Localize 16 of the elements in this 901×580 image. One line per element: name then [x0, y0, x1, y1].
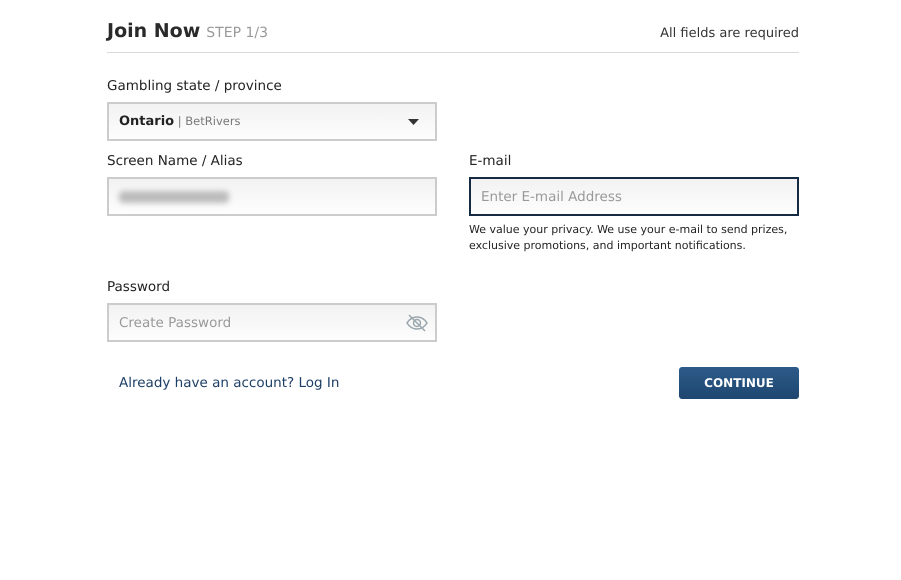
required-note: All fields are required	[660, 26, 799, 41]
caret-icon	[408, 118, 419, 124]
continue-button[interactable]: CONTINUE	[679, 367, 799, 399]
field-label: Password	[107, 279, 172, 295]
step-indicator: STEP 1/3	[206, 25, 268, 41]
eye-slash-icon[interactable]	[406, 314, 428, 332]
province-dropdown[interactable]: Ontario | BetRivers	[107, 102, 437, 141]
form-title: Join Now	[107, 20, 200, 42]
field-label: Gambling state / province	[107, 78, 283, 94]
password-field[interactable]: Create Password	[107, 303, 437, 342]
field-label: E-mail	[469, 153, 512, 169]
email-field[interactable]: Enter E-mail Address	[469, 177, 799, 216]
privacy-note: We value your privacy. We use your e-mail to send prizes, exclusive promotions, and important notifications.	[469, 222, 788, 254]
screen-name-field[interactable]	[107, 177, 437, 216]
login-link[interactable]: Already have an account? Log In	[119, 375, 340, 391]
field-label: Screen Name / Alias	[107, 153, 244, 169]
